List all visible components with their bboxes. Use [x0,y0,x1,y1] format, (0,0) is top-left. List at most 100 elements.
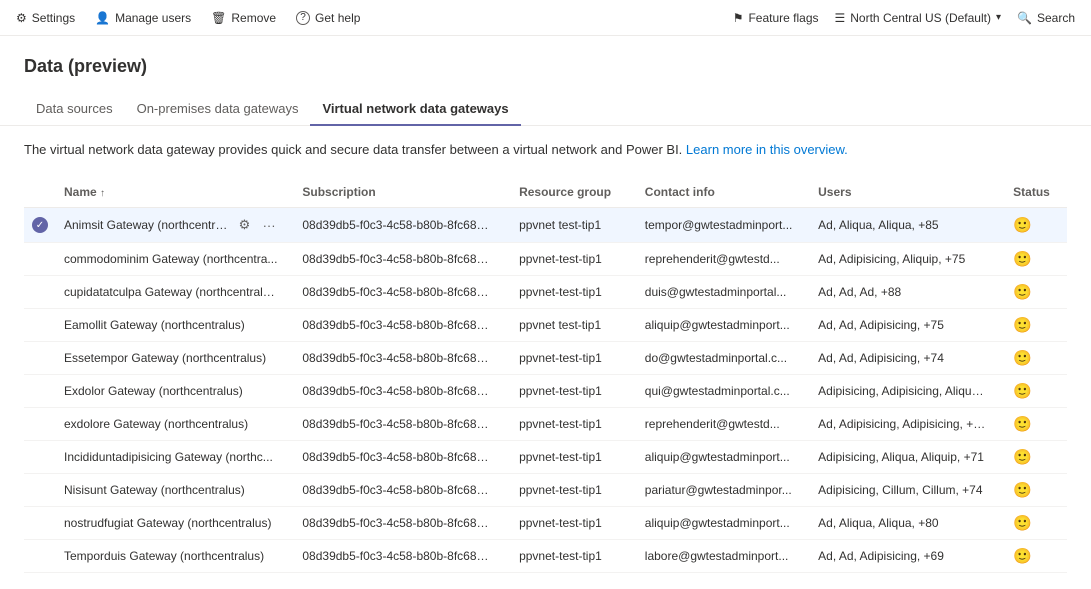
row-select-cell [24,540,52,573]
status-ok-icon: 🙂 [1013,251,1032,268]
row-resource-group-cell: ppvnet-test-tip1 [507,441,633,474]
row-subscription-cell: 08d39db5-f0c3-4c58-b80b-8fc682cf67c1 [290,342,507,375]
row-name-cell[interactable]: Temporduis Gateway (northcentralus) [52,540,290,573]
table-row[interactable]: Nisisunt Gateway (northcentralus)08d39db… [24,474,1067,507]
table-row[interactable]: nostrudfugiat Gateway (northcentralus)08… [24,507,1067,540]
tab-data-sources[interactable]: Data sources [24,93,125,126]
row-subscription-cell: 08d39db5-f0c3-4c58-b80b-8fc682cf67c1 [290,243,507,276]
row-subscription-cell: 08d39db5-f0c3-4c58-b80b-8fc682cf67c1 [290,507,507,540]
row-status-cell: 🙂 [1001,408,1067,441]
region-nav[interactable]: ☰ North Central US (Default) ▾ [835,11,1002,25]
row-name-cell[interactable]: exdolore Gateway (northcentralus) [52,408,290,441]
row-subscription-cell: 08d39db5-f0c3-4c58-b80b-8fc682cf67c1 [290,540,507,573]
row-name-cell[interactable]: commodominim Gateway (northcentra... [52,243,290,276]
tab-virtual-network[interactable]: Virtual network data gateways [310,93,520,126]
row-users-cell: Adipisicing, Adipisicing, Aliqua, +84 [806,375,1001,408]
table-row[interactable]: Eamollit Gateway (northcentralus) 08d39db… [24,309,1067,342]
row-contact-info-cell: labore@gwtestadminport... [633,540,806,573]
status-ok-icon: 🙂 [1013,548,1032,565]
th-status: Status [1001,177,1067,208]
row-contact-info-cell: reprehenderit@gwtestd... [633,408,806,441]
row-contact-info-cell: reprehenderit@gwtestd... [633,243,806,276]
region-label: North Central US (Default) [850,11,991,25]
table-row[interactable]: Temporduis Gateway (northcentralus)08d39… [24,540,1067,573]
selected-checkmark-icon: ✓ [32,217,48,233]
table-row[interactable]: Essetempor Gateway (northcentralus) 08d39… [24,342,1067,375]
row-users-cell: Ad, Ad, Adipisicing, +75 [806,309,1001,342]
table-row[interactable]: Incididuntadipisicing Gateway (northc...… [24,441,1067,474]
status-ok-icon: 🙂 [1013,482,1032,499]
table-row[interactable]: Exdolor Gateway (northcentralus)08d39db5… [24,375,1067,408]
row-name-text: Nisisunt Gateway (northcentralus) [64,483,245,497]
gateways-table: Name ↑ Subscription Resource group Conta… [24,177,1067,573]
row-resource-group-cell: ppvnet test-tip1 [507,208,633,243]
row-resource-group-cell: ppvnet-test-tip1 [507,342,633,375]
row-contact-info-cell: qui@gwtestadminportal.c... [633,375,806,408]
row-users-cell: Ad, Adipisicing, Aliquip, +75 [806,243,1001,276]
table-header-row: Name ↑ Subscription Resource group Conta… [24,177,1067,208]
row-select-cell [24,276,52,309]
manage-users-icon: 👤 [95,11,110,25]
row-select-cell [24,441,52,474]
manage-users-nav[interactable]: 👤 Manage users [95,11,191,25]
row-name-cell[interactable]: cupidatatculpa Gateway (northcentralus) [52,276,290,309]
th-resource-group: Resource group [507,177,633,208]
settings-label: Settings [32,11,75,25]
remove-label: Remove [231,11,276,25]
tab-on-premises[interactable]: On-premises data gateways [125,93,311,126]
row-name-cell[interactable]: Animsit Gateway (northcentralus) ⚙ ··· [52,208,290,243]
row-name-cell[interactable]: nostrudfugiat Gateway (northcentralus) [52,507,290,540]
row-name-text: Animsit Gateway (northcentralus) [64,218,229,232]
row-status-cell: 🙂 [1001,540,1067,573]
table-row[interactable]: cupidatatculpa Gateway (northcentralus) 0… [24,276,1067,309]
table-row[interactable]: ✓ Animsit Gateway (northcentralus) ⚙ ···… [24,208,1067,243]
row-name-cell[interactable]: Exdolor Gateway (northcentralus) [52,375,290,408]
description-text: The virtual network data gateway provide… [24,142,1067,157]
chevron-down-icon: ▾ [996,12,1001,23]
row-users-cell: Ad, Ad, Adipisicing, +69 [806,540,1001,573]
learn-more-link[interactable]: Learn more in this overview. [686,142,848,157]
row-resource-group-cell: ppvnet test-tip1 [507,309,633,342]
main-content: The virtual network data gateway provide… [0,126,1091,589]
status-ok-icon: 🙂 [1013,317,1032,334]
get-help-nav[interactable]: ? Get help [296,11,360,25]
row-status-cell: 🙂 [1001,208,1067,243]
row-resource-group-cell: ppvnet-test-tip1 [507,540,633,573]
page-title: Data (preview) [24,56,1067,77]
row-name-cell[interactable]: Essetempor Gateway (northcentralus) [52,342,290,375]
settings-nav[interactable]: ⚙ Settings [16,11,75,25]
status-ok-icon: 🙂 [1013,217,1032,234]
th-select [24,177,52,208]
settings-row-icon[interactable]: ⚙ [235,215,254,235]
row-name-text: Eamollit Gateway (northcentralus) [64,318,245,332]
table-row[interactable]: exdolore Gateway (northcentralus)08d39db… [24,408,1067,441]
row-resource-group-cell: ppvnet-test-tip1 [507,375,633,408]
feature-flags-label: Feature flags [748,11,818,25]
row-subscription-cell: 08d39db5-f0c3-4c58-b80b-8fc682cf67c1 [290,441,507,474]
row-name-cell[interactable]: Eamollit Gateway (northcentralus) [52,309,290,342]
status-ok-icon: 🙂 [1013,416,1032,433]
row-name-cell[interactable]: Incididuntadipisicing Gateway (northc... [52,441,290,474]
more-options-icon[interactable]: ··· [260,215,279,235]
row-status-cell: 🙂 [1001,375,1067,408]
row-subscription-cell: 08d39db5-f0c3-4c58-b80b-8fc682cf67c1 [290,276,507,309]
row-resource-group-cell: ppvnet-test-tip1 [507,243,633,276]
row-name-text: Essetempor Gateway (northcentralus) [64,351,266,365]
row-name-cell[interactable]: Nisisunt Gateway (northcentralus) [52,474,290,507]
row-users-cell: Ad, Adipisicing, Adipisicing, +103 [806,408,1001,441]
th-contact-info: Contact info [633,177,806,208]
sort-asc-icon: ↑ [100,188,105,199]
search-nav[interactable]: 🔍 Search [1017,11,1075,25]
th-name[interactable]: Name ↑ [52,177,290,208]
search-icon: 🔍 [1017,11,1032,25]
table-row[interactable]: commodominim Gateway (northcentra...08d3… [24,243,1067,276]
row-select-cell [24,408,52,441]
row-subscription-cell: 08d39db5-f0c3-4c58-b80b-8fc682cf67c1 [290,309,507,342]
remove-nav[interactable]: 🗑 Remove [211,11,276,25]
row-users-cell: Adipisicing, Cillum, Cillum, +74 [806,474,1001,507]
status-ok-icon: 🙂 [1013,449,1032,466]
feature-flags-nav[interactable]: ⚑ Feature flags [733,11,819,25]
row-name-text: cupidatatculpa Gateway (northcentralus) [64,285,279,299]
row-contact-info-cell: tempor@gwtestadminport... [633,208,806,243]
page-header: Data (preview) [0,36,1091,77]
